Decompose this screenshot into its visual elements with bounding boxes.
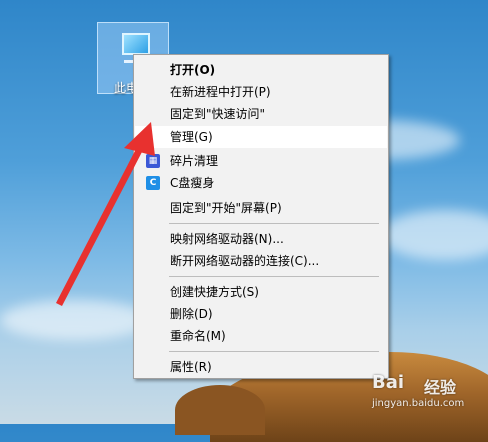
baidu-logo: Bai [372, 372, 405, 393]
baidu-jingyan-watermark: Bai 经验 jingyan.baidu.com [372, 372, 484, 416]
watermark-url: jingyan.baidu.com [372, 398, 465, 409]
red-arrow-shaft [56, 147, 143, 306]
red-arrow-head [124, 122, 155, 156]
red-arrow-annotation [56, 122, 155, 306]
watermark-text: 经验 [424, 378, 457, 397]
